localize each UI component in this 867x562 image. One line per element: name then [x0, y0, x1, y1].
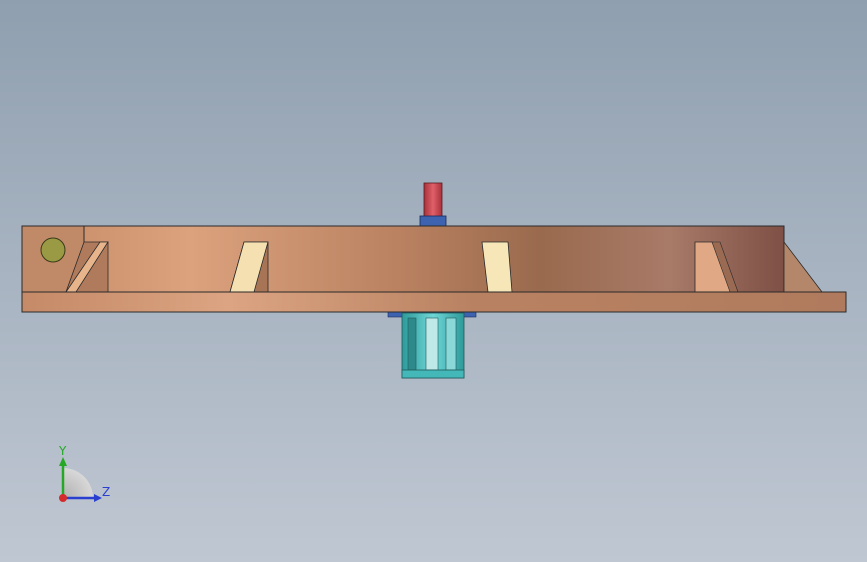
- bottom-cage-slot: [407, 317, 417, 371]
- cad-scene[interactable]: Y Z: [0, 0, 867, 562]
- frame-beam: [21, 225, 785, 293]
- gusset-end: [783, 240, 823, 293]
- triad-y-arrowhead: [59, 457, 67, 466]
- bottom-cage-base-ring: [401, 369, 465, 379]
- bottom-cage-slot: [425, 317, 439, 371]
- triad-z-label: Z: [102, 485, 110, 499]
- mounting-hole[interactable]: [40, 237, 66, 263]
- base-plate: [21, 291, 847, 313]
- bottom-cage-slot: [445, 317, 457, 371]
- orientation-triad[interactable]: Y Z: [58, 444, 110, 502]
- main-frame[interactable]: [21, 225, 847, 313]
- top-pin-body: [423, 182, 443, 219]
- triad-x-origin: [59, 494, 67, 502]
- triad-quadrant: [63, 468, 93, 498]
- triad-y-label: Y: [58, 444, 67, 458]
- top-pin[interactable]: [419, 182, 447, 227]
- top-pin-collar: [419, 215, 447, 227]
- triad-z-arrowhead: [94, 494, 102, 502]
- bottom-cage[interactable]: [387, 310, 477, 379]
- cad-viewport[interactable]: Y Z: [0, 0, 867, 562]
